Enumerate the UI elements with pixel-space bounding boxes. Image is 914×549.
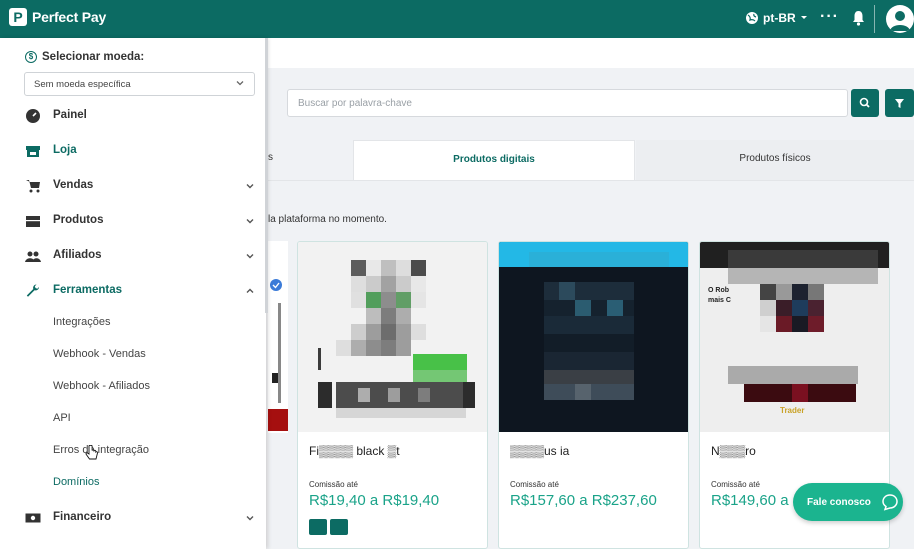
product-image — [499, 242, 688, 432]
svg-text:O Rob: O Rob — [708, 287, 729, 294]
search-icon — [859, 97, 870, 108]
commission-value: R$19,40 a R$19,40 — [309, 492, 440, 509]
user-icon — [890, 11, 910, 31]
sidebar-item-loja[interactable]: Loja — [0, 139, 266, 163]
filter-icon — [895, 99, 904, 108]
app-name: Perfect Pay — [32, 9, 107, 25]
topbar-divider — [874, 5, 875, 33]
currency-icon: $ — [25, 51, 37, 63]
product-card[interactable]: ▒▒▒▒us ia Comissão até R$157,60 a R$237,… — [498, 241, 689, 549]
submenu-api[interactable]: API — [53, 412, 71, 424]
sidebar-scrollbar[interactable] — [265, 38, 268, 313]
chevron-down-icon — [246, 184, 254, 189]
submenu-webhook-vendas[interactable]: Webhook - Vendas — [53, 348, 146, 360]
sidebar-item-vendas[interactable]: Vendas — [0, 174, 266, 198]
avatar[interactable] — [886, 5, 914, 33]
caret-down-icon — [800, 16, 807, 19]
tab-produtos-digitais[interactable]: Produtos digitais — [353, 140, 635, 180]
top-bar: P Perfect Pay pt-BR ··· — [0, 0, 914, 38]
submenu-integracoes[interactable]: Integrações — [53, 316, 110, 328]
users-icon — [25, 251, 41, 262]
hand-cursor-icon — [85, 445, 98, 460]
chat-button[interactable]: Fale conosco — [793, 483, 903, 521]
product-name: N▒▒▒ro — [711, 444, 756, 458]
tabs-divider — [268, 180, 914, 181]
commission-value: R$157,60 a R$237,60 — [510, 492, 657, 509]
sidebar-item-label: Vendas — [53, 179, 94, 191]
sidebar-item-label: Afiliados — [53, 249, 102, 261]
sidebar-item-label: Produtos — [53, 214, 104, 226]
filter-button[interactable] — [885, 89, 914, 117]
logo[interactable]: P Perfect Pay — [9, 8, 106, 26]
chevron-down-icon — [246, 254, 254, 259]
box-icon — [26, 216, 40, 227]
commission-value: R$149,60 a — [711, 492, 789, 509]
sidebar-item-painel[interactable]: Painel — [0, 104, 266, 128]
product-image — [298, 242, 487, 432]
globe-icon — [746, 12, 758, 24]
product-image: O Rob mais C Trader — [700, 242, 889, 432]
tab-all-partial[interactable]: s — [268, 152, 273, 163]
product-name: Fi▒▒▒▒ black ▒t — [309, 444, 400, 458]
sidebar-item-label: Financeiro — [53, 511, 112, 523]
submenu-erros-integracao[interactable]: Erros de integração — [53, 444, 149, 456]
sidebar-item-label: Ferramentas — [53, 284, 123, 296]
commission-label: Comissão até — [309, 480, 358, 489]
language-selector[interactable]: pt-BR — [745, 11, 808, 25]
chevron-up-icon — [246, 288, 254, 293]
svg-text:mais C: mais C — [708, 297, 731, 304]
bell-icon[interactable] — [852, 10, 865, 26]
page-header — [268, 38, 914, 68]
search-input[interactable]: Buscar por palavra-chave — [287, 89, 848, 117]
sidebar-item-produtos[interactable]: Produtos — [0, 209, 266, 233]
sidebar-item-afiliados[interactable]: Afiliados — [0, 244, 266, 268]
submenu-webhook-afiliados[interactable]: Webhook - Afiliados — [53, 380, 150, 392]
product-card[interactable]: Fi▒▒▒▒ black ▒t Comissão até R$19,40 a R… — [297, 241, 488, 549]
info-note: la plataforma no momento. — [268, 214, 387, 225]
currency-select[interactable]: Sem moeda específica — [24, 72, 255, 96]
sidebar: $ Selecionar moeda: Sem moeda específica… — [0, 38, 266, 549]
product-card-partial[interactable] — [268, 241, 288, 433]
money-icon — [25, 513, 41, 523]
currency-title: Selecionar moeda: — [42, 51, 145, 63]
currency-header: $ Selecionar moeda: — [25, 51, 144, 63]
chevron-down-icon — [246, 516, 254, 521]
image-caption: Trader — [780, 406, 804, 415]
chevron-down-icon — [246, 219, 254, 224]
cart-badge-icon — [309, 519, 327, 535]
sidebar-item-label: Painel — [53, 109, 87, 121]
product-image-partial — [268, 279, 288, 433]
sidebar-item-label: Loja — [53, 144, 77, 156]
tag-badge-icon — [330, 519, 348, 535]
chevron-down-icon — [236, 81, 244, 86]
logo-mark: P — [9, 8, 27, 26]
submenu-dominios[interactable]: Domínios — [53, 476, 99, 488]
chat-bubble-icon — [882, 494, 898, 511]
tab-produtos-fisicos[interactable]: Produtos físicos — [636, 140, 914, 180]
product-name: ▒▒▒▒us ia — [510, 444, 570, 458]
language-label: pt-BR — [763, 11, 796, 25]
cart-icon — [26, 180, 40, 193]
search-button[interactable] — [851, 89, 879, 117]
currency-value: Sem moeda específica — [34, 79, 131, 90]
commission-label: Comissão até — [711, 480, 760, 489]
product-badges — [309, 519, 348, 535]
dashboard-icon — [26, 109, 40, 123]
wrench-icon — [26, 284, 39, 297]
store-icon — [26, 146, 40, 157]
chat-label: Fale conosco — [807, 496, 871, 508]
commission-label: Comissão até — [510, 480, 559, 489]
sidebar-item-financeiro[interactable]: Financeiro — [0, 506, 266, 530]
more-menu-button[interactable]: ··· — [820, 8, 839, 26]
sidebar-item-ferramentas[interactable]: Ferramentas — [0, 279, 266, 303]
